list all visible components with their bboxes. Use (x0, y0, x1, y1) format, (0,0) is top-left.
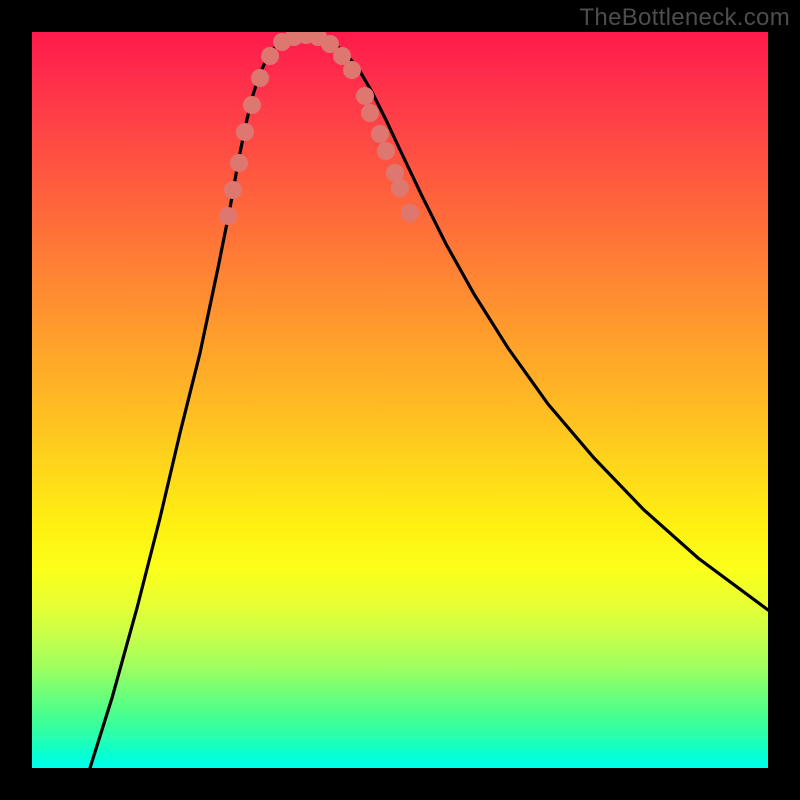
watermark-text: TheBottleneck.com (579, 4, 790, 32)
marker-dot (343, 61, 361, 79)
plot-area (32, 32, 768, 768)
marker-dot (230, 154, 248, 172)
marker-dot (236, 123, 254, 141)
marker-dot (224, 181, 242, 199)
chart-frame: TheBottleneck.com (0, 0, 800, 800)
curve-layer (32, 32, 768, 768)
marker-dot (391, 179, 409, 197)
v-curve (90, 34, 768, 768)
marker-dot (219, 207, 237, 225)
marker-dot (361, 104, 379, 122)
marker-dot (243, 96, 261, 114)
marker-dot (356, 87, 374, 105)
marker-dot (251, 69, 269, 87)
marker-dot (401, 204, 419, 222)
marker-dot (261, 47, 279, 65)
marker-dot (371, 125, 389, 143)
marker-dot (377, 142, 395, 160)
